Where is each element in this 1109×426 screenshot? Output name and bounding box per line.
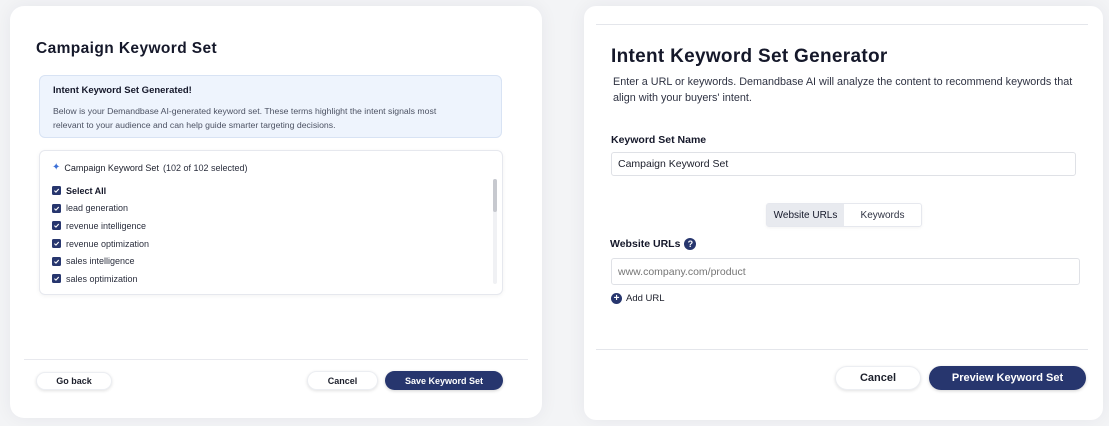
keyword-set-name-input[interactable]	[611, 152, 1076, 176]
notice-body: Below is your Demandbase AI-generated ke…	[53, 104, 488, 132]
notice-body-line: Below is your Demandbase AI-generated ke…	[53, 106, 437, 116]
notice-title: Intent Keyword Set Generated!	[53, 85, 192, 96]
keyword-label: sales intelligence	[66, 256, 135, 267]
keyword-list-box: ✦ Campaign Keyword Set (102 of 102 selec…	[39, 150, 503, 295]
go-back-button[interactable]: Go back	[36, 372, 112, 390]
keyword-set-count: (102 of 102 selected)	[162, 162, 248, 173]
top-divider	[596, 24, 1088, 25]
question-circle-icon[interactable]: ?	[684, 238, 697, 250]
tab-website-urls[interactable]: Website URLs	[767, 204, 844, 226]
keyword-list-scrollbar[interactable]	[493, 179, 497, 284]
save-keyword-set-button[interactable]: Save Keyword Set	[385, 371, 503, 390]
checkbox-checked-icon[interactable]	[52, 274, 61, 284]
keyword-set-name: Campaign Keyword Set	[64, 162, 159, 173]
keyword-set-name-label: Keyword Set Name	[611, 134, 707, 146]
cancel-button[interactable]: Cancel	[835, 366, 921, 390]
input-mode-toggle: Website URLs Keywords	[766, 203, 922, 227]
tab-keywords[interactable]: Keywords	[844, 204, 921, 226]
panel-title: Campaign Keyword Set	[36, 40, 218, 57]
campaign-keyword-set-panel: Campaign Keyword Set Intent Keyword Set …	[10, 6, 542, 418]
checkbox-checked-icon[interactable]	[52, 256, 61, 266]
generated-notice: Intent Keyword Set Generated! Below is y…	[39, 75, 502, 138]
keyword-label: lead generation	[66, 203, 129, 214]
plus-circle-icon: +	[611, 293, 622, 304]
keyword-item[interactable]: sales optimization	[52, 270, 149, 288]
scrollbar-thumb[interactable]	[493, 179, 497, 212]
panel-title: Intent Keyword Set Generator	[611, 46, 888, 67]
add-url-button[interactable]: + Add URL	[611, 293, 665, 304]
checkbox-checked-icon[interactable]	[52, 186, 61, 196]
select-all-label: Select All	[66, 185, 107, 196]
keyword-label: revenue optimization	[66, 238, 150, 249]
cancel-button[interactable]: Cancel	[307, 371, 378, 390]
keyword-item[interactable]: revenue intelligence	[52, 217, 149, 235]
website-urls-label: Website URLs	[610, 238, 681, 250]
preview-keyword-set-button[interactable]: Preview Keyword Set	[929, 366, 1086, 390]
footer-divider	[596, 349, 1088, 350]
checkbox-checked-icon[interactable]	[52, 203, 61, 213]
sparkle-icon: ✦	[52, 162, 61, 173]
add-url-label: Add URL	[626, 293, 665, 304]
keyword-item[interactable]: sales intelligence	[52, 252, 149, 270]
notice-body-line: relevant to your audience and can help g…	[53, 120, 336, 130]
keyword-list: Select All lead generation revenue intel…	[52, 182, 149, 288]
keyword-item[interactable]: lead generation	[52, 200, 149, 218]
select-all-checkbox[interactable]: Select All	[52, 182, 149, 200]
keyword-set-generator-panel: Intent Keyword Set Generator Enter a URL…	[584, 6, 1103, 420]
keyword-set-header: ✦ Campaign Keyword Set (102 of 102 selec…	[52, 162, 248, 173]
panel-description: Enter a URL or keywords. Demandbase AI w…	[613, 76, 1073, 104]
keyword-label: sales optimization	[66, 273, 138, 284]
checkbox-checked-icon[interactable]	[52, 239, 61, 249]
footer-divider	[24, 359, 528, 360]
website-url-input[interactable]	[611, 258, 1080, 285]
checkbox-checked-icon[interactable]	[52, 221, 61, 231]
keyword-label: revenue intelligence	[66, 220, 147, 231]
website-urls-label-row: Website URLs ?	[610, 238, 697, 250]
keyword-item[interactable]: revenue optimization	[52, 235, 149, 253]
